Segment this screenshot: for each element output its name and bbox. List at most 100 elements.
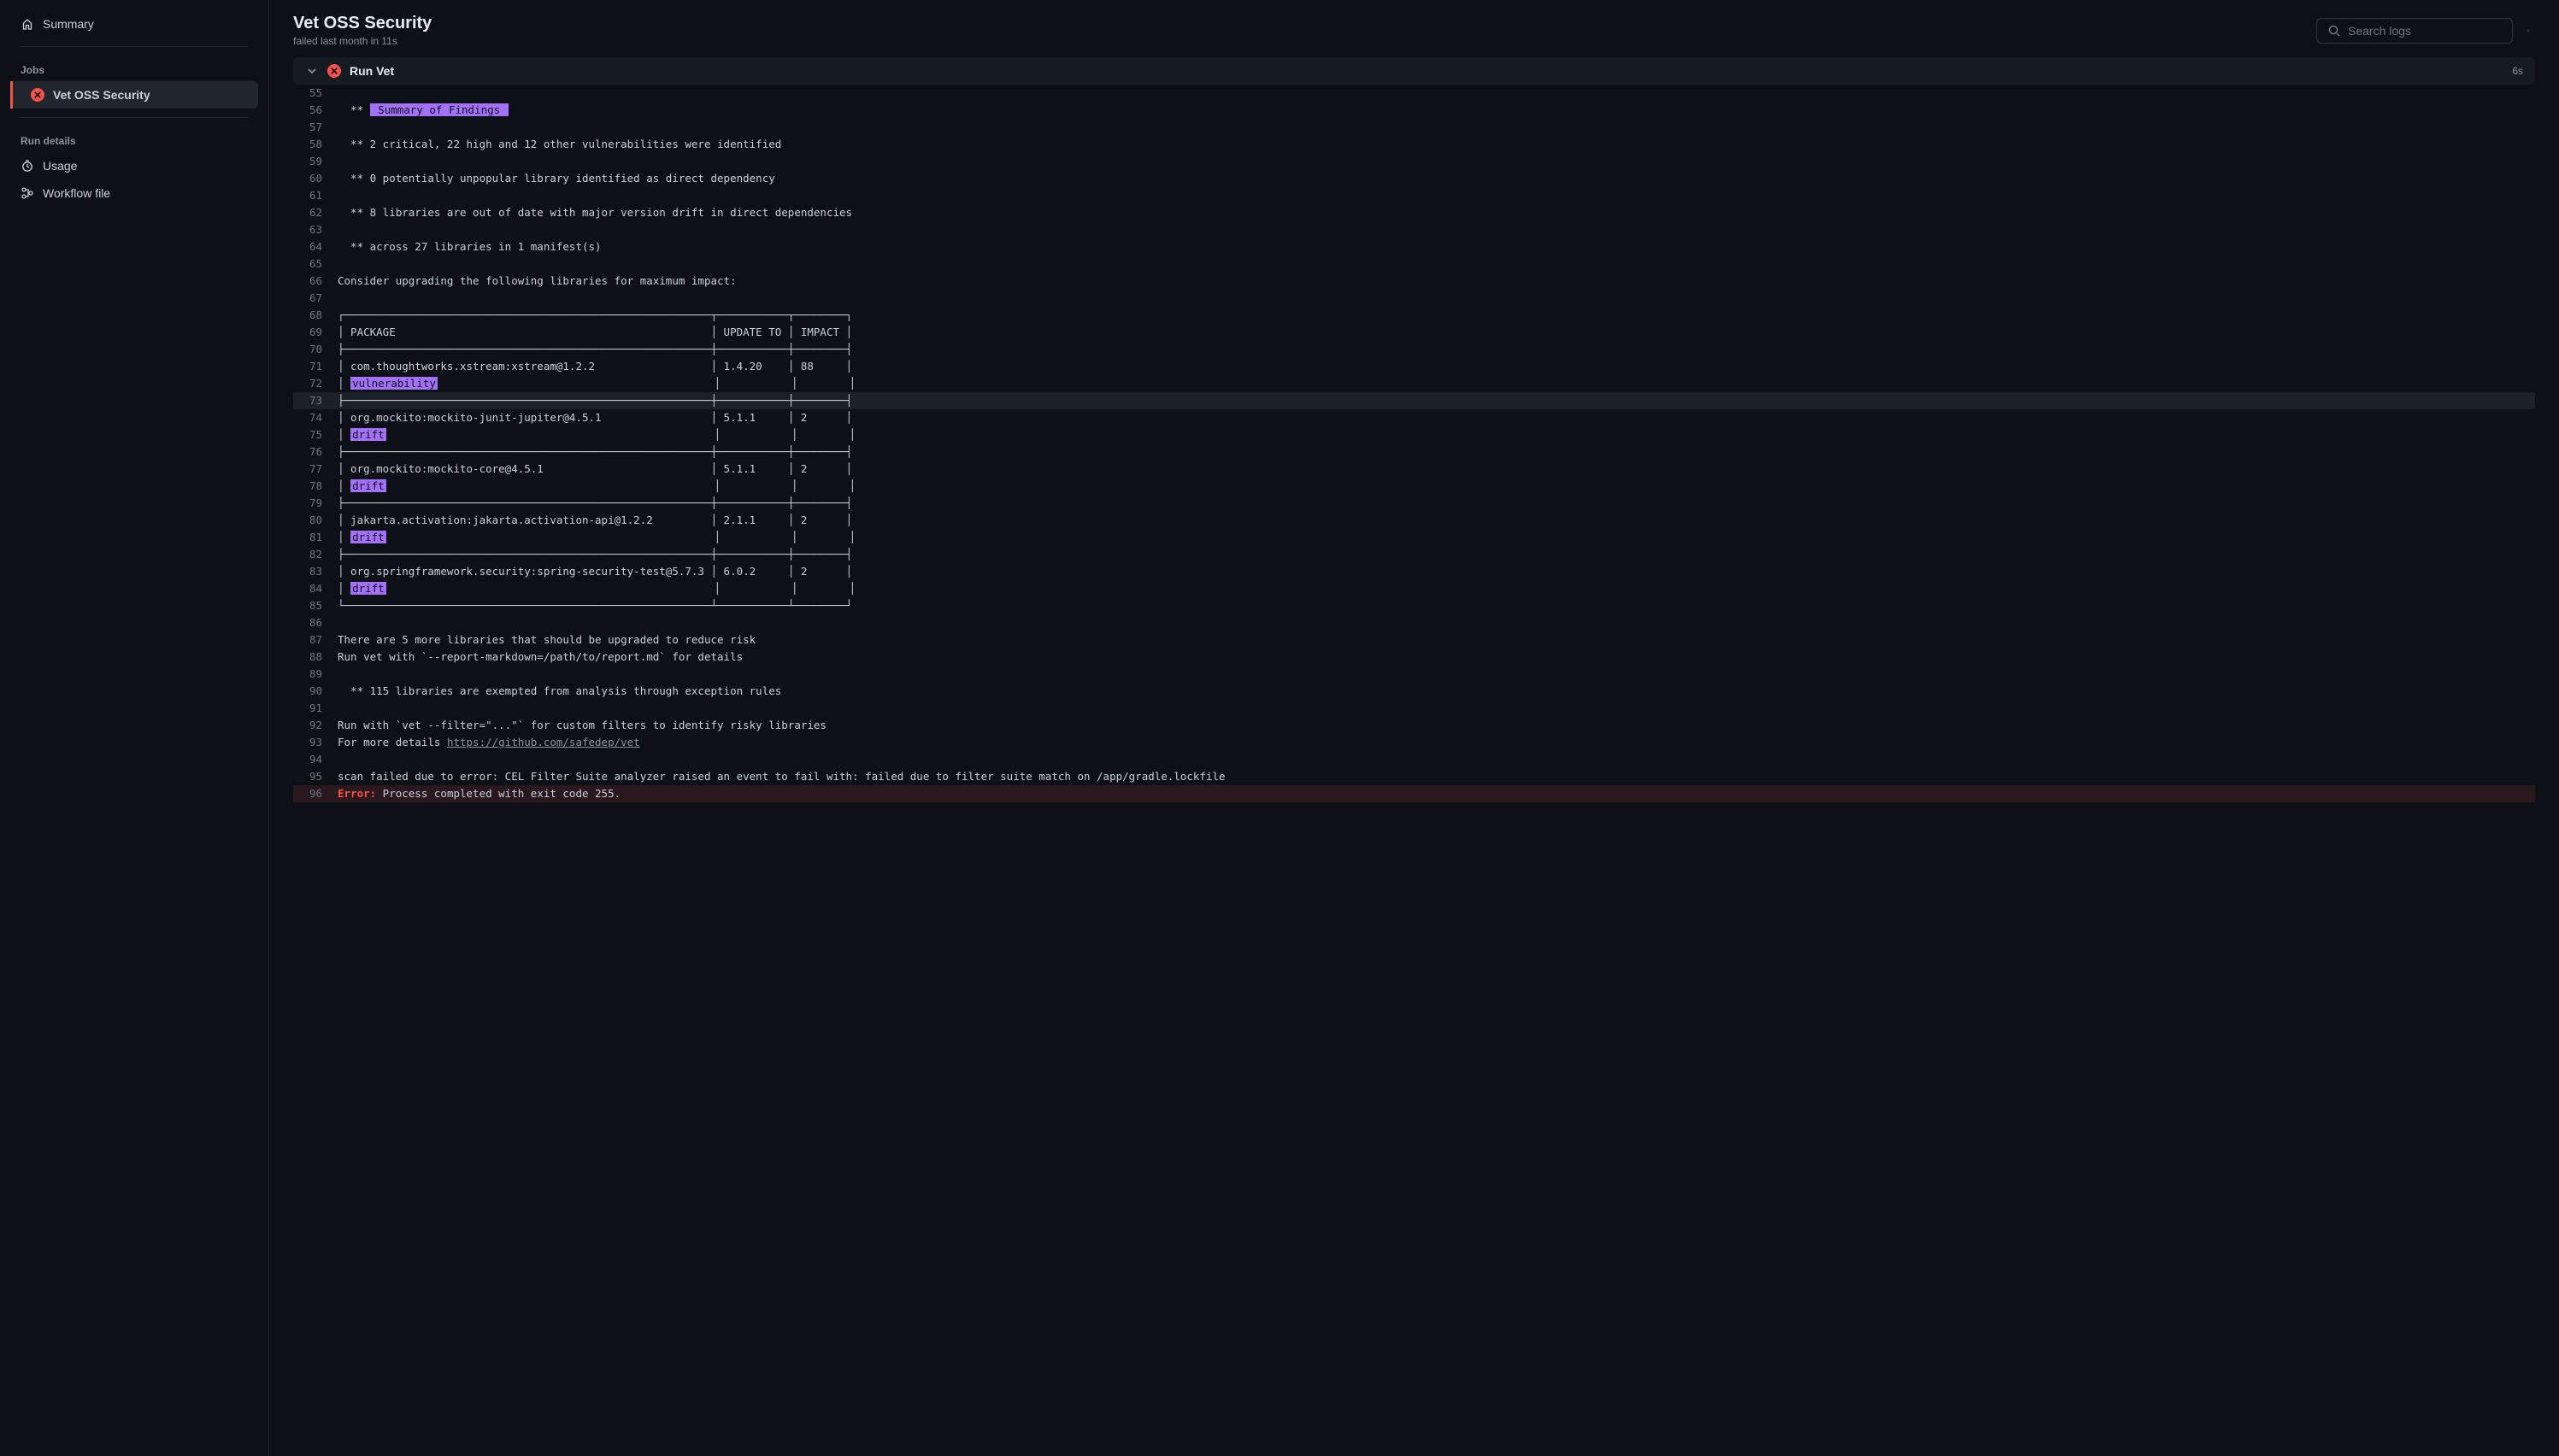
line-content bbox=[338, 666, 2535, 683]
line-number: 88 bbox=[293, 649, 338, 666]
log-line[interactable]: 55 bbox=[293, 85, 2535, 102]
line-content: Consider upgrading the following librari… bbox=[338, 273, 2535, 290]
log-line[interactable]: 83│ org.springframework.security:spring-… bbox=[293, 563, 2535, 580]
chevron-down-icon[interactable] bbox=[305, 64, 319, 78]
log-line[interactable]: 58 ** 2 critical, 22 high and 12 other v… bbox=[293, 136, 2535, 153]
log-line[interactable]: 70├─────────────────────────────────────… bbox=[293, 341, 2535, 358]
line-content: ** Summary of Findings bbox=[338, 102, 2535, 119]
log-line[interactable]: 61 bbox=[293, 187, 2535, 204]
summary-nav-item[interactable]: Summary bbox=[0, 10, 268, 38]
search-logs[interactable] bbox=[2316, 18, 2513, 44]
log-line[interactable]: 67 bbox=[293, 290, 2535, 307]
external-link[interactable]: https://github.com/safedep/vet bbox=[447, 736, 640, 749]
workflow-file-nav-item[interactable]: Workflow file bbox=[0, 179, 268, 207]
log-line[interactable]: 93For more details https://github.com/sa… bbox=[293, 734, 2535, 751]
log-line[interactable]: 95scan failed due to error: CEL Filter S… bbox=[293, 768, 2535, 785]
log-line[interactable]: 72│ vulnerability │ │ │ bbox=[293, 375, 2535, 392]
line-number: 71 bbox=[293, 358, 338, 375]
log-line[interactable]: 62 ** 8 libraries are out of date with m… bbox=[293, 204, 2535, 221]
line-content: └───────────────────────────────────────… bbox=[338, 597, 2535, 614]
log-line[interactable]: 76├─────────────────────────────────────… bbox=[293, 443, 2535, 461]
job-item-vet-oss-security[interactable]: Vet OSS Security bbox=[10, 81, 258, 109]
line-content bbox=[338, 751, 2535, 768]
log-line[interactable]: 86 bbox=[293, 614, 2535, 631]
fail-icon bbox=[31, 88, 44, 102]
log-line[interactable]: 68┌─────────────────────────────────────… bbox=[293, 307, 2535, 324]
line-number: 66 bbox=[293, 273, 338, 290]
step-duration: 6s bbox=[2512, 65, 2523, 77]
line-content bbox=[338, 85, 2535, 102]
log-line[interactable]: 87There are 5 more libraries that should… bbox=[293, 631, 2535, 649]
log-line[interactable]: 92Run with `vet --filter="..."` for cust… bbox=[293, 717, 2535, 734]
search-icon bbox=[2327, 24, 2341, 38]
run-details-heading: Run details bbox=[0, 126, 268, 152]
log-line[interactable]: 91 bbox=[293, 700, 2535, 717]
line-content: Run vet with `--report-markdown=/path/to… bbox=[338, 649, 2535, 666]
line-content: │ org.mockito:mockito-core@4.5.1 │ 5.1.1… bbox=[338, 461, 2535, 478]
log-line[interactable]: 84│ drift │ │ │ bbox=[293, 580, 2535, 597]
line-content: │ drift │ │ │ bbox=[338, 580, 2535, 597]
log-line[interactable]: 89 bbox=[293, 666, 2535, 683]
gear-icon[interactable] bbox=[2521, 24, 2535, 38]
log-line[interactable]: 77│ org.mockito:mockito-core@4.5.1 │ 5.1… bbox=[293, 461, 2535, 478]
log-line[interactable]: 85└─────────────────────────────────────… bbox=[293, 597, 2535, 614]
line-number: 70 bbox=[293, 341, 338, 358]
log-line[interactable]: 64 ** across 27 libraries in 1 manifest(… bbox=[293, 238, 2535, 255]
line-number: 96 bbox=[293, 785, 338, 802]
line-content bbox=[338, 614, 2535, 631]
log-line[interactable]: 81│ drift │ │ │ bbox=[293, 529, 2535, 546]
line-number: 57 bbox=[293, 119, 338, 136]
log-line[interactable]: 79├─────────────────────────────────────… bbox=[293, 495, 2535, 512]
log-line[interactable]: 82├─────────────────────────────────────… bbox=[293, 546, 2535, 563]
log-line[interactable]: 57 bbox=[293, 119, 2535, 136]
log-line[interactable]: 71│ com.thoughtworks.xstream:xstream@1.2… bbox=[293, 358, 2535, 375]
line-content: │ com.thoughtworks.xstream:xstream@1.2.2… bbox=[338, 358, 2535, 375]
fail-icon bbox=[327, 64, 341, 78]
log-line[interactable]: 88Run vet with `--report-markdown=/path/… bbox=[293, 649, 2535, 666]
log-line[interactable]: 80│ jakarta.activation:jakarta.activatio… bbox=[293, 512, 2535, 529]
main-panel: Vet OSS Security failed last month in 11… bbox=[269, 0, 2559, 1456]
page-subtitle: failed last month in 11s bbox=[293, 35, 432, 47]
log-line[interactable]: 56 ** Summary of Findings bbox=[293, 102, 2535, 119]
line-number: 73 bbox=[293, 392, 338, 409]
log-line[interactable]: 63 bbox=[293, 221, 2535, 238]
log-line[interactable]: 66Consider upgrading the following libra… bbox=[293, 273, 2535, 290]
highlight-tag: vulnerability bbox=[350, 377, 438, 390]
log-line[interactable]: 69│ PACKAGE │ UPDATE TO │ IMPACT │ bbox=[293, 324, 2535, 341]
log-area[interactable]: Run Vet 6s 5556 ** Summary of Findings 5… bbox=[269, 57, 2559, 1456]
log-line[interactable]: 60 ** 0 potentially unpopular library id… bbox=[293, 170, 2535, 187]
log-line[interactable]: 96Error: Process completed with exit cod… bbox=[293, 785, 2535, 802]
log-line[interactable]: 78│ drift │ │ │ bbox=[293, 478, 2535, 495]
step-header-run-vet[interactable]: Run Vet 6s bbox=[293, 57, 2535, 85]
highlight-tag: Summary of Findings bbox=[370, 103, 509, 116]
search-input[interactable] bbox=[2348, 24, 2502, 38]
line-content bbox=[338, 290, 2535, 307]
log-line[interactable]: 75│ drift │ │ │ bbox=[293, 426, 2535, 443]
log-line[interactable]: 59 bbox=[293, 153, 2535, 170]
line-number: 59 bbox=[293, 153, 338, 170]
line-number: 91 bbox=[293, 700, 338, 717]
line-number: 56 bbox=[293, 102, 338, 119]
highlight-tag: drift bbox=[350, 428, 386, 441]
line-number: 75 bbox=[293, 426, 338, 443]
log-line[interactable]: 65 bbox=[293, 255, 2535, 273]
line-content: │ drift │ │ │ bbox=[338, 529, 2535, 546]
highlight-tag: drift bbox=[350, 531, 386, 543]
log-line[interactable]: 90 ** 115 libraries are exempted from an… bbox=[293, 683, 2535, 700]
line-number: 84 bbox=[293, 580, 338, 597]
line-content: │ PACKAGE │ UPDATE TO │ IMPACT │ bbox=[338, 324, 2535, 341]
line-number: 60 bbox=[293, 170, 338, 187]
error-label: Error: bbox=[338, 787, 376, 800]
log-line[interactable]: 74│ org.mockito:mockito-junit-jupiter@4.… bbox=[293, 409, 2535, 426]
log-line[interactable]: 94 bbox=[293, 751, 2535, 768]
sidebar: Summary Jobs Vet OSS Security Run detail… bbox=[0, 0, 269, 1456]
line-content bbox=[338, 700, 2535, 717]
line-number: 89 bbox=[293, 666, 338, 683]
line-content: │ vulnerability │ │ │ bbox=[338, 375, 2535, 392]
line-number: 63 bbox=[293, 221, 338, 238]
usage-nav-item[interactable]: Usage bbox=[0, 152, 268, 179]
line-content: ├───────────────────────────────────────… bbox=[338, 495, 2535, 512]
log-line[interactable]: 73├─────────────────────────────────────… bbox=[293, 392, 2535, 409]
line-number: 87 bbox=[293, 631, 338, 649]
line-content: ** 2 critical, 22 high and 12 other vuln… bbox=[338, 136, 2535, 153]
